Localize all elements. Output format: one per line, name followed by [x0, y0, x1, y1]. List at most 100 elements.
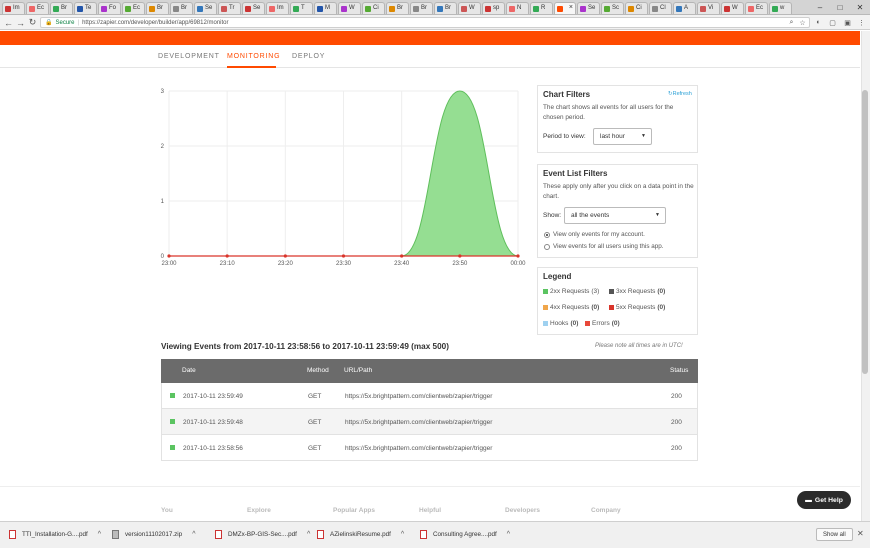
- download-item[interactable]: DMZx-BP-GIS-Sec....pdf ^: [215, 530, 310, 539]
- browser-tab[interactable]: Im: [266, 2, 289, 14]
- tab-title: N: [517, 5, 522, 11]
- events-chart[interactable]: 0 1 2 3 23:00 23:10 23:20 23:30 23:40 23:50 00:00: [150, 80, 535, 275]
- browser-tab[interactable]: R: [530, 2, 553, 14]
- tab-title: Cl: [660, 5, 666, 11]
- forward-icon[interactable]: →: [15, 17, 26, 28]
- favicon-icon: [317, 6, 323, 12]
- browser-tab[interactable]: Ec: [745, 2, 768, 14]
- radio-all-users[interactable]: View events for all users using this app…: [544, 243, 664, 250]
- tab-title: Br: [397, 5, 403, 11]
- download-item[interactable]: TTI_Installation-G....pdf ^: [9, 530, 101, 539]
- tab-development[interactable]: DEVELOPMENT: [158, 53, 220, 60]
- legend-swatch: [543, 305, 548, 310]
- download-item[interactable]: Consulting Agree....pdf ^: [420, 530, 510, 539]
- show-select[interactable]: all the events ▼: [564, 207, 666, 224]
- favicon-icon: [580, 6, 586, 12]
- browser-tab[interactable]: Fo: [98, 2, 121, 14]
- favicon-icon: [676, 6, 682, 12]
- show-all-button[interactable]: Show all: [816, 528, 853, 541]
- browser-tab[interactable]: ×: [554, 2, 576, 14]
- chevron-up-icon[interactable]: ^: [307, 531, 310, 538]
- legend-label: 4xx Requests: [550, 304, 590, 311]
- radio-my-account[interactable]: View only events for my account.: [544, 231, 645, 238]
- browser-tab[interactable]: Se: [242, 2, 265, 14]
- browser-tab[interactable]: Br: [146, 2, 169, 14]
- zip-file-icon: [112, 530, 119, 539]
- row-url: https://5x.brightpattern.com/clientweb/z…: [345, 393, 493, 400]
- close-window-icon[interactable]: ✕: [850, 0, 870, 14]
- browser-tab[interactable]: Se: [194, 2, 217, 14]
- chevron-up-icon[interactable]: ^: [507, 531, 510, 538]
- download-item[interactable]: version11102017.zip ^: [112, 530, 195, 539]
- browser-tab[interactable]: Br: [386, 2, 409, 14]
- extension-icon[interactable]: ◐: [814, 18, 823, 27]
- legend-swatch: [585, 321, 590, 326]
- browser-tab[interactable]: W: [338, 2, 361, 14]
- footer-col-explore[interactable]: Explore: [247, 507, 271, 514]
- browser-tab[interactable]: Se: [577, 2, 600, 14]
- footer-col-helpful[interactable]: Helpful: [419, 507, 441, 514]
- browser-tab[interactable]: Te: [74, 2, 97, 14]
- browser-tab[interactable]: W: [721, 2, 744, 14]
- footer-col-developers[interactable]: Developers: [505, 507, 540, 514]
- get-help-button[interactable]: ▬ Get Help: [797, 491, 851, 509]
- pdf-file-icon: [215, 530, 222, 539]
- legend-swatch: [609, 289, 614, 294]
- footer-col-you[interactable]: You: [161, 507, 173, 514]
- footer-col-popular-apps[interactable]: Popular Apps: [333, 507, 375, 514]
- legend-item-errors: Errors (0): [585, 320, 620, 327]
- browser-tab[interactable]: Br: [170, 2, 193, 14]
- browser-tab[interactable]: M: [314, 2, 337, 14]
- extension-icon-2[interactable]: ▢: [828, 18, 837, 27]
- back-icon[interactable]: ←: [3, 17, 14, 28]
- browser-tab[interactable]: N: [506, 2, 529, 14]
- footer-col-company[interactable]: Company: [591, 507, 621, 514]
- close-icon[interactable]: ✕: [857, 529, 864, 538]
- browser-tab[interactable]: Br: [50, 2, 73, 14]
- separator: |: [77, 19, 80, 26]
- browser-tab[interactable]: sp: [482, 2, 505, 14]
- chevron-up-icon[interactable]: ^: [192, 531, 195, 538]
- address-bar[interactable]: 🔒 Secure | https://zapier.com/developer/…: [40, 17, 810, 28]
- download-item[interactable]: AZielinskiResume.pdf ^: [317, 530, 404, 539]
- star-icon[interactable]: ☆: [798, 18, 807, 27]
- legend-count: (0): [657, 304, 666, 311]
- browser-tab[interactable]: Ec: [122, 2, 145, 14]
- browser-tab[interactable]: Ci: [625, 2, 648, 14]
- chevron-up-icon[interactable]: ^: [401, 531, 404, 538]
- table-row[interactable]: 2017-10-11 23:59:48 GET https://5x.brigh…: [161, 409, 698, 435]
- browser-tab[interactable]: Br: [410, 2, 433, 14]
- minimize-icon[interactable]: –: [810, 0, 830, 14]
- favicon-icon: [125, 6, 131, 12]
- download-shelf: TTI_Installation-G....pdf ^ version111020…: [0, 521, 870, 548]
- browser-tab[interactable]: Vi: [697, 2, 720, 14]
- menu-icon[interactable]: ⋮: [857, 18, 866, 27]
- reload-icon[interactable]: ↻: [27, 17, 38, 28]
- browser-tab[interactable]: w: [769, 2, 792, 14]
- scrollbar-thumb[interactable]: [862, 90, 868, 374]
- browser-tab[interactable]: A: [673, 2, 696, 14]
- period-select[interactable]: last hour ▼: [593, 128, 652, 145]
- favicon-icon: [5, 6, 11, 12]
- browser-tab[interactable]: W: [458, 2, 481, 14]
- browser-tab[interactable]: Ec: [26, 2, 49, 14]
- tab-deploy[interactable]: DEPLOY: [292, 53, 325, 60]
- browser-tab[interactable]: Cl: [649, 2, 672, 14]
- browser-tab[interactable]: Sc: [601, 2, 624, 14]
- refresh-link[interactable]: ↻Refresh: [668, 91, 692, 97]
- chevron-up-icon[interactable]: ^: [98, 531, 101, 538]
- period-label: Period to view:: [543, 133, 586, 140]
- browser-tab[interactable]: Tr: [218, 2, 241, 14]
- browser-tab[interactable]: Br: [434, 2, 457, 14]
- browser-tab[interactable]: Im: [2, 2, 25, 14]
- browser-tab[interactable]: T: [290, 2, 313, 14]
- table-row[interactable]: 2017-10-11 23:59:49 GET https://5x.brigh…: [161, 383, 698, 409]
- table-row[interactable]: 2017-10-11 23:58:56 GET https://5x.brigh…: [161, 435, 698, 461]
- zoom-icon[interactable]: ⌕: [787, 18, 796, 27]
- row-url: https://5x.brightpattern.com/clientweb/z…: [345, 445, 493, 452]
- close-tab-icon[interactable]: ×: [569, 4, 573, 11]
- extension-icon-3[interactable]: ▣: [843, 18, 852, 27]
- maximize-icon[interactable]: □: [830, 0, 850, 14]
- tab-monitoring[interactable]: MONITORING: [227, 53, 280, 60]
- browser-tab[interactable]: Ci: [362, 2, 385, 14]
